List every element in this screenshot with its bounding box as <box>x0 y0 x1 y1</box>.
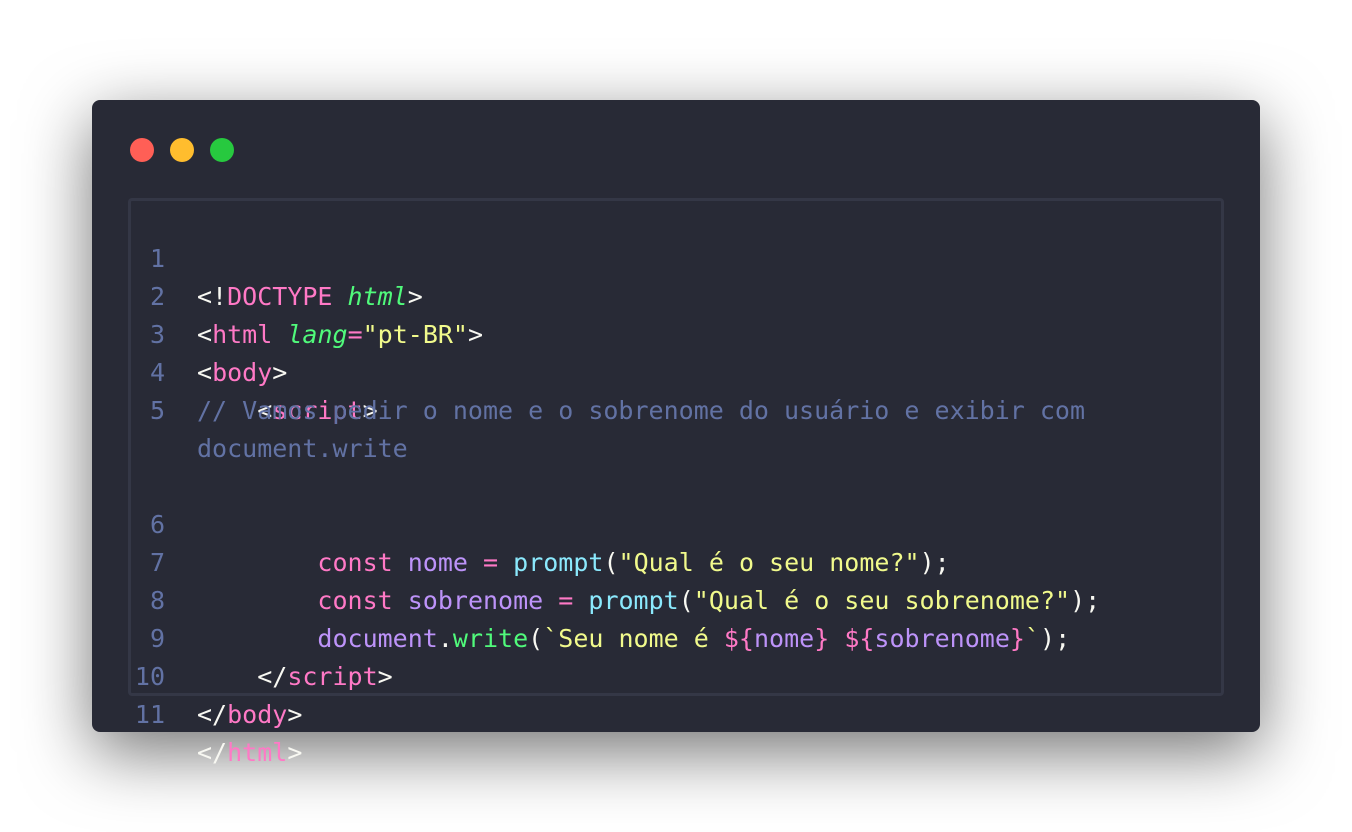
code-text: </html> <box>197 734 302 772</box>
code-line: 1 <!DOCTYPE html> <box>131 202 1221 311</box>
code-line: 8 document.write(`Seu nome é ${nome} ${s… <box>131 544 1221 653</box>
code-line: 10 </body> <box>131 620 1221 729</box>
line-number: 11 <box>134 700 165 729</box>
code-line: 7 const sobrenome = prompt("Qual é o seu… <box>131 506 1221 615</box>
line-number: 5 <box>149 396 165 425</box>
code-line: 9 </script> <box>131 582 1221 691</box>
code-line: 3 <body> <box>131 278 1221 387</box>
token: html <box>227 738 288 767</box>
close-button[interactable] <box>130 138 154 162</box>
minimize-button[interactable] <box>170 138 194 162</box>
code-block: 1 <!DOCTYPE html> 2 <html lang="pt-BR"> … <box>131 201 1221 767</box>
code-line: 2 <html lang="pt-BR"> <box>131 240 1221 349</box>
code-editor: 1 <!DOCTYPE html> 2 <html lang="pt-BR"> … <box>128 198 1224 767</box>
code-line: 5 // Vamos pedir o nome e o sobrenome do… <box>131 354 1221 468</box>
code-line: 11 </html> <box>131 658 1221 767</box>
code-line: 6 const nome = prompt("Qual é o seu nome… <box>131 468 1221 577</box>
code-line: 4 <script> <box>131 316 1221 425</box>
code-window: 1 <!DOCTYPE html> 2 <html lang="pt-BR"> … <box>92 100 1260 767</box>
token: > <box>287 700 303 729</box>
code-comment: // Vamos pedir o nome e o sobrenome do u… <box>197 396 1086 463</box>
maximize-button[interactable] <box>210 138 234 162</box>
token: </ <box>197 738 228 767</box>
token: > <box>287 738 303 767</box>
